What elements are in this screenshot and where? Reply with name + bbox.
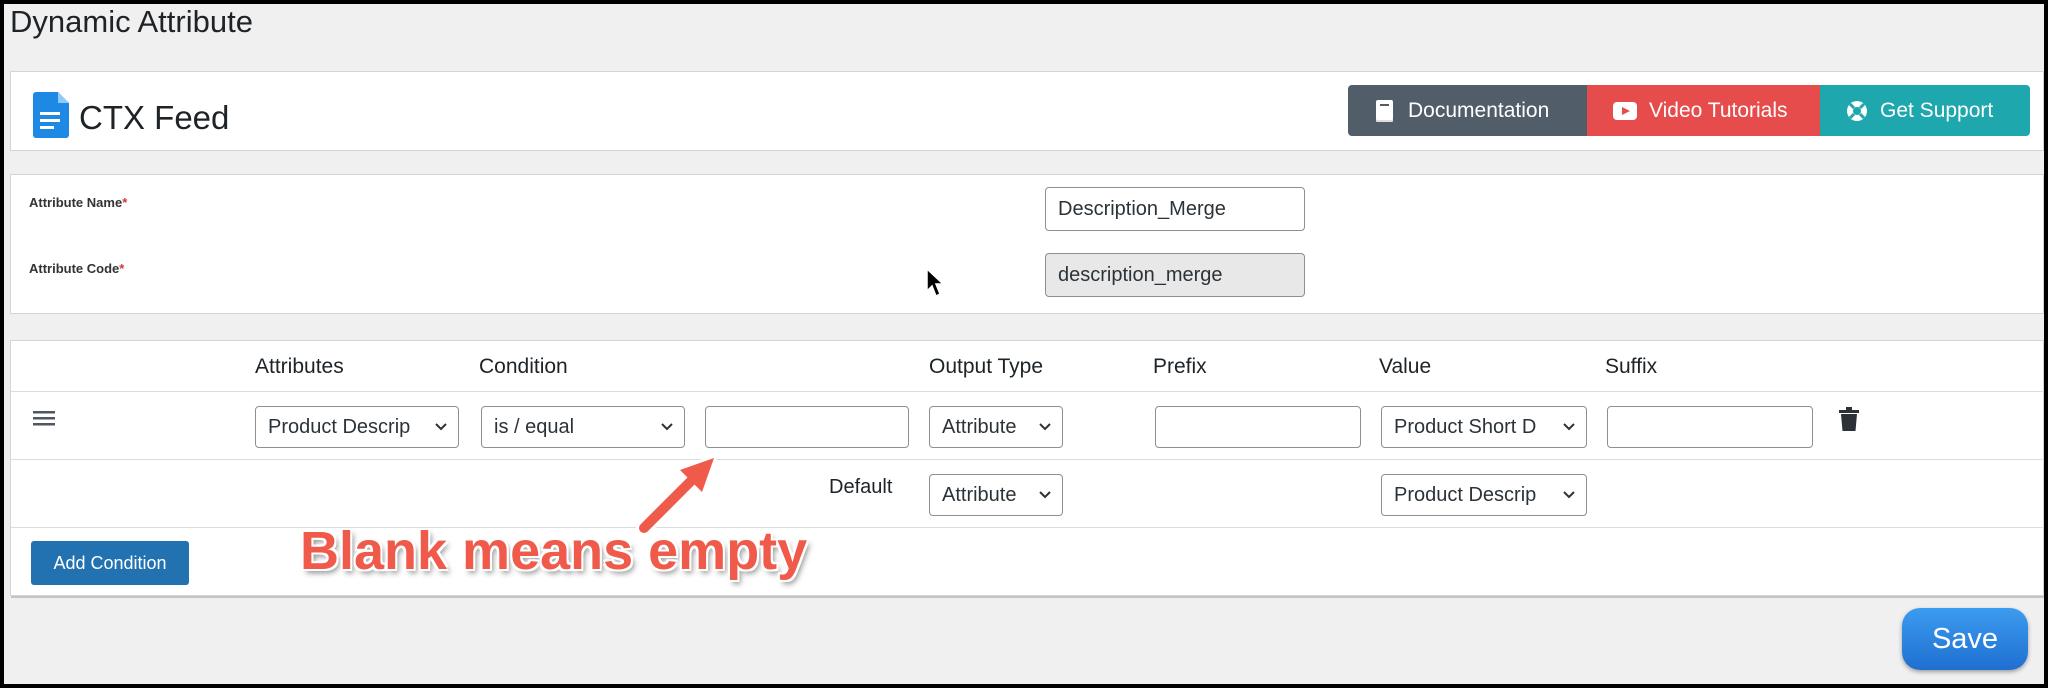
attribute-select[interactable]: Product Descrip — [255, 406, 459, 448]
condition-select[interactable]: is / equal — [481, 406, 685, 448]
header-card: CTX Feed Documentation Video Tutorials G… — [10, 71, 2044, 151]
value-select-value: Product Short D — [1394, 416, 1537, 438]
brand-title: CTX Feed — [79, 98, 230, 136]
output-type-select[interactable]: Attribute — [929, 406, 1063, 448]
book-icon — [1376, 99, 1393, 122]
page-title: Dynamic Attribute — [10, 4, 253, 39]
default-output-type-value: Attribute — [942, 484, 1017, 506]
get-support-label: Get Support — [1880, 98, 1994, 122]
chevron-down-icon — [1039, 423, 1051, 431]
column-header-output-type: Output Type — [929, 355, 1044, 378]
trash-icon[interactable] — [1839, 407, 1859, 436]
brand: CTX Feed — [33, 92, 229, 143]
help-button-group: Documentation Video Tutorials Get Suppor… — [1348, 85, 2030, 136]
video-tutorials-button[interactable]: Video Tutorials — [1587, 85, 1820, 136]
card-bottom-border — [11, 596, 2044, 598]
document-icon — [33, 92, 69, 143]
output-type-select-value: Attribute — [942, 416, 1017, 438]
mouse-pointer-icon — [926, 267, 946, 303]
prefix-input[interactable] — [1155, 406, 1361, 448]
condition-select-value: is / equal — [494, 416, 575, 438]
row-divider — [11, 459, 2044, 460]
suffix-input[interactable] — [1607, 406, 1813, 448]
app-frame: Dynamic Attribute CTX Feed Documentation… — [4, 4, 2044, 684]
column-header-attributes: Attributes — [255, 355, 344, 378]
attribute-code-input[interactable] — [1045, 253, 1305, 297]
chevron-down-icon — [1563, 491, 1575, 499]
drag-handle-icon[interactable] — [33, 409, 55, 432]
video-tutorials-label: Video Tutorials — [1649, 98, 1788, 122]
chevron-down-icon — [1563, 423, 1575, 431]
annotation-text: Blank means empty — [300, 521, 808, 581]
value-select[interactable]: Product Short D — [1381, 406, 1587, 448]
documentation-button[interactable]: Documentation — [1348, 85, 1587, 136]
lifebuoy-icon — [1847, 100, 1867, 121]
documentation-label: Documentation — [1408, 98, 1550, 122]
column-header-prefix: Prefix — [1153, 355, 1207, 378]
row-divider — [11, 391, 2044, 392]
attribute-card: Attribute Name* Attribute Code* — [10, 174, 2044, 314]
youtube-icon — [1613, 101, 1637, 120]
chevron-down-icon — [435, 423, 447, 431]
attribute-select-value: Product Descrip — [268, 416, 411, 438]
required-mark: * — [119, 261, 125, 276]
default-label: Default — [829, 476, 893, 498]
get-support-button[interactable]: Get Support — [1820, 85, 2030, 136]
chevron-down-icon — [661, 423, 673, 431]
default-value-value: Product Descrip — [1394, 484, 1537, 506]
attribute-name-label: Attribute Name* — [29, 195, 128, 210]
column-header-condition: Condition — [479, 355, 568, 378]
default-value-select[interactable]: Product Descrip — [1381, 474, 1587, 516]
attribute-code-label: Attribute Code* — [29, 261, 125, 276]
default-output-type-select[interactable]: Attribute — [929, 474, 1063, 516]
required-mark: * — [122, 195, 128, 210]
chevron-down-icon — [1039, 491, 1051, 499]
add-condition-button[interactable]: Add Condition — [31, 541, 189, 585]
save-button[interactable]: Save — [1902, 608, 2028, 670]
column-header-suffix: Suffix — [1605, 355, 1658, 378]
attribute-name-input[interactable] — [1045, 187, 1305, 231]
column-header-value: Value — [1379, 355, 1432, 378]
condition-value-input[interactable] — [705, 406, 909, 448]
